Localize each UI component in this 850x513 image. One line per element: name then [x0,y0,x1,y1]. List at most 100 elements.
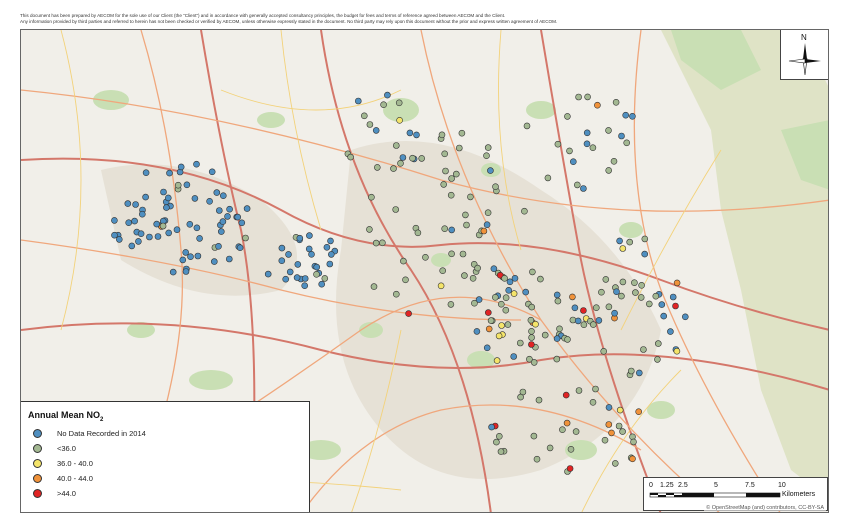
monitoring-site-marker [535,396,543,404]
monitoring-site-marker [483,344,491,352]
legend-item-40-44: 40.0 - 44.0 [33,472,93,484]
monitoring-site-marker [220,192,227,199]
monitoring-site-marker [523,122,531,130]
park-area [647,401,675,419]
monitoring-site-marker [455,144,463,152]
monitoring-site-marker [194,252,202,260]
monitoring-site-marker [483,221,491,228]
monitoring-site-marker [146,233,153,241]
monitoring-site-marker [469,275,477,282]
monitoring-site-marker [654,340,662,347]
monitoring-site-marker [135,238,142,245]
monitoring-site-marker [672,302,679,310]
monitoring-site-marker [605,167,613,174]
monitoring-site-marker [186,221,194,228]
monitoring-site-marker [681,313,689,321]
monitoring-site-marker [618,292,625,300]
monitoring-site-marker [440,181,448,188]
monitoring-site-marker [553,291,561,299]
monitoring-site-marker [179,256,187,264]
monitoring-site-marker [182,249,189,256]
monitoring-site-marker [125,219,132,226]
monitoring-site-marker [182,268,190,275]
legend-title: Annual Mean NO2 [28,410,104,423]
monitoring-site-marker [497,300,505,308]
monitoring-site-marker [580,307,587,314]
monitoring-site-marker [226,255,233,263]
monitoring-site-marker [441,150,449,158]
monitoring-site-marker [594,101,601,109]
map-legend: Annual Mean NO2 No Data Recorded in 2014… [21,401,310,512]
monitoring-site-marker [530,432,538,440]
monitoring-site-marker [553,335,561,342]
monitoring-site-marker [573,181,581,189]
monitoring-site-marker [584,93,591,101]
monitoring-site-marker [487,317,495,324]
monitoring-site-marker [278,244,286,252]
monitoring-site-marker [619,245,627,252]
monitoring-site-marker [480,227,488,235]
monitoring-site-marker [448,226,456,234]
monitoring-site-marker [532,320,539,328]
legend-swatch [33,428,42,438]
monitoring-site-marker [616,237,623,245]
monitoring-site-marker [373,164,381,171]
legend-item-below-36: <36.0 [33,442,76,454]
monitoring-site-marker [191,195,199,202]
monitoring-site-marker [638,282,645,289]
monitoring-site-marker [510,290,518,297]
monitoring-site-marker [111,217,118,224]
monitoring-site-marker [405,310,412,317]
monitoring-site-marker [484,209,492,216]
monitoring-site-marker [154,233,162,240]
map-frame[interactable]: N Annual Mean NO2 No Data Recorded in 20… [20,29,829,513]
monitoring-site-marker [173,226,181,233]
monitoring-site-marker [153,220,160,228]
monitoring-site-marker [166,169,173,177]
monitoring-site-marker [541,331,549,339]
monitoring-site-marker [370,283,378,290]
monitoring-site-marker [575,93,582,101]
monitoring-site-marker [218,228,225,235]
monitoring-site-marker [216,207,223,214]
monitoring-site-marker [193,224,201,232]
monitoring-site-marker [447,191,455,199]
monitoring-site-marker [608,429,615,437]
monitoring-site-marker [612,99,620,106]
monitoring-site-marker [462,211,469,219]
monitoring-site-marker [193,160,200,168]
monitoring-site-marker [206,198,213,205]
monitoring-site-marker [474,264,481,272]
monitoring-site-marker [626,238,634,246]
monitoring-site-marker [641,250,649,258]
monitoring-site-marker [213,189,221,196]
park-area [526,101,556,119]
monitoring-site-marker [622,111,630,119]
monitoring-site-marker [282,275,290,283]
monitoring-site-marker [654,356,661,363]
monitoring-site-marker [400,257,407,265]
monitoring-site-marker [306,232,313,239]
north-arrow-box: N [780,30,828,80]
monitoring-site-marker [554,140,562,148]
monitoring-site-marker [308,251,315,258]
legend-item-above-44: >44.0 [33,487,76,499]
park-area [619,222,643,238]
monitoring-site-marker [372,239,380,247]
monitoring-site-marker [111,231,118,239]
monitoring-site-marker [613,288,620,296]
monitoring-site-marker [632,289,639,296]
monitoring-site-marker [631,279,638,286]
monitoring-site-marker [485,325,493,333]
monitoring-site-marker [640,346,647,353]
monitoring-site-marker [278,257,286,264]
monitoring-site-marker [124,200,132,207]
monitoring-site-marker [569,293,576,301]
monitoring-site-marker [243,205,251,212]
monitoring-site-marker [452,170,460,178]
monitoring-site-marker [605,404,613,411]
monitoring-site-marker [327,251,335,258]
monitoring-site-marker [397,160,404,167]
monitoring-site-marker [406,129,414,137]
monitoring-site-marker [602,276,610,283]
